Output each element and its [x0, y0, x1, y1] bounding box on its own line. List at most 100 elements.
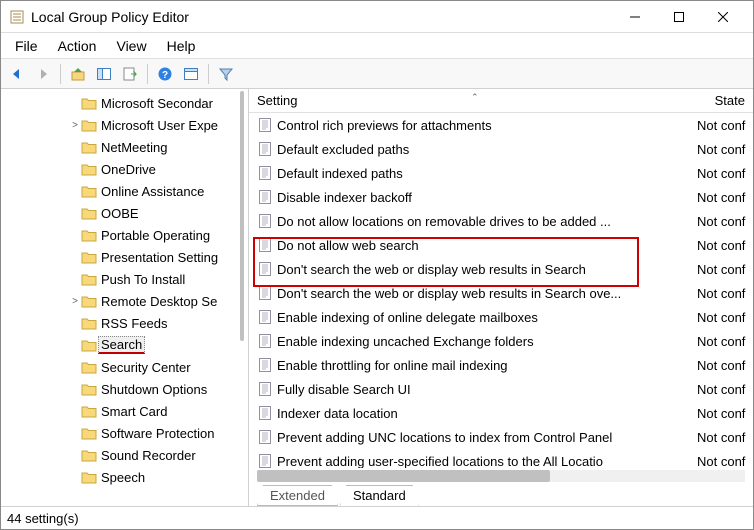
tree-item[interactable]: Search	[1, 334, 248, 356]
menu-view[interactable]: View	[106, 36, 156, 56]
policy-icon	[257, 381, 273, 397]
folder-icon	[81, 294, 97, 308]
column-setting[interactable]: Setting ⌃	[249, 93, 693, 108]
tree-item-label: NetMeeting	[101, 140, 167, 155]
list-row-state: Not conf	[693, 382, 753, 397]
policy-icon	[257, 117, 273, 133]
tab-standard[interactable]: Standard	[340, 485, 419, 506]
folder-icon	[81, 184, 97, 198]
list-row-state: Not conf	[693, 286, 753, 301]
tree-item[interactable]: Microsoft Secondar	[1, 92, 248, 114]
tree-item[interactable]: NetMeeting	[1, 136, 248, 158]
tree-item[interactable]: Software Protection	[1, 422, 248, 444]
sort-indicator-icon: ⌃	[471, 92, 479, 103]
tree-item[interactable]: >Remote Desktop Se	[1, 290, 248, 312]
list-row[interactable]: Do not allow locations on removable driv…	[249, 209, 753, 233]
tree-expander-icon[interactable]: >	[69, 120, 81, 131]
tab-bar: Extended Standard	[249, 482, 753, 506]
tree-item[interactable]: Security Center	[1, 356, 248, 378]
list-row[interactable]: Disable indexer backoffNot conf	[249, 185, 753, 209]
list-row[interactable]: Fully disable Search UINot conf	[249, 377, 753, 401]
list-header[interactable]: Setting ⌃ State	[249, 89, 753, 113]
tree-item[interactable]: >Microsoft User Expe	[1, 114, 248, 136]
list-row-label: Indexer data location	[277, 406, 693, 421]
tree-item[interactable]: Online Assistance	[1, 180, 248, 202]
tree-item[interactable]: Push To Install	[1, 268, 248, 290]
list-pane: Setting ⌃ State Control rich previews fo…	[249, 89, 753, 506]
content-area: Microsoft Secondar >Microsoft User Expe Ne…	[1, 89, 753, 507]
list-row[interactable]: Indexer data locationNot conf	[249, 401, 753, 425]
list-row[interactable]: Default excluded pathsNot conf	[249, 137, 753, 161]
titlebar: Local Group Policy Editor	[1, 1, 753, 33]
tree-item[interactable]: Smart Card	[1, 400, 248, 422]
tree-item[interactable]: Speech	[1, 466, 248, 488]
list-row-state: Not conf	[693, 334, 753, 349]
tree[interactable]: Microsoft Secondar >Microsoft User Expe Ne…	[1, 89, 248, 491]
tree-item-label: Microsoft Secondar	[101, 96, 213, 111]
back-button[interactable]	[5, 62, 29, 86]
tree-item-label: OneDrive	[101, 162, 156, 177]
list-row[interactable]: Don't search the web or display web resu…	[249, 257, 753, 281]
show-hide-tree-button[interactable]	[92, 62, 116, 86]
filter-button[interactable]	[214, 62, 238, 86]
folder-icon	[81, 448, 97, 462]
forward-button[interactable]	[31, 62, 55, 86]
list-body[interactable]: Control rich previews for attachmentsNot…	[249, 113, 753, 468]
folder-icon	[81, 206, 97, 220]
policy-icon	[257, 429, 273, 445]
list-row-state: Not conf	[693, 262, 753, 277]
close-button[interactable]	[701, 2, 745, 32]
menubar: File Action View Help	[1, 33, 753, 59]
column-state[interactable]: State	[693, 93, 753, 108]
list-row-state: Not conf	[693, 358, 753, 373]
folder-icon	[81, 162, 97, 176]
tree-item[interactable]: RSS Feeds	[1, 312, 248, 334]
folder-icon	[81, 140, 97, 154]
svg-text:?: ?	[162, 70, 168, 81]
folder-icon	[81, 272, 97, 286]
up-button[interactable]	[66, 62, 90, 86]
list-row-label: Don't search the web or display web resu…	[277, 262, 693, 277]
maximize-button[interactable]	[657, 2, 701, 32]
export-list-button[interactable]	[118, 62, 142, 86]
folder-icon	[81, 404, 97, 418]
tree-pane: Microsoft Secondar >Microsoft User Expe Ne…	[1, 89, 249, 506]
menu-help[interactable]: Help	[157, 36, 206, 56]
tree-item-label: Security Center	[101, 360, 191, 375]
tree-item-label: Speech	[101, 470, 145, 485]
menu-action[interactable]: Action	[48, 36, 107, 56]
list-row[interactable]: Prevent adding UNC locations to index fr…	[249, 425, 753, 449]
tab-extended[interactable]: Extended	[257, 485, 338, 506]
folder-icon	[81, 96, 97, 110]
help-button[interactable]: ?	[153, 62, 177, 86]
list-row[interactable]: Default indexed pathsNot conf	[249, 161, 753, 185]
folder-icon	[81, 228, 97, 242]
list-row[interactable]: Enable indexing uncached Exchange folder…	[249, 329, 753, 353]
list-row-state: Not conf	[693, 142, 753, 157]
tree-item-label: Portable Operating	[101, 228, 210, 243]
list-row[interactable]: Enable throttling for online mail indexi…	[249, 353, 753, 377]
tree-expander-icon[interactable]: >	[69, 296, 81, 307]
list-row[interactable]: Do not allow web searchNot conf	[249, 233, 753, 257]
menu-file[interactable]: File	[5, 36, 48, 56]
tree-item[interactable]: Presentation Setting	[1, 246, 248, 268]
list-row[interactable]: Don't search the web or display web resu…	[249, 281, 753, 305]
tree-item[interactable]: OneDrive	[1, 158, 248, 180]
list-row-state: Not conf	[693, 454, 753, 469]
list-row-label: Default indexed paths	[277, 166, 693, 181]
column-state-label: State	[715, 93, 745, 108]
toolbar-separator	[208, 64, 209, 84]
horizontal-scrollbar[interactable]	[257, 470, 745, 482]
list-row[interactable]: Prevent adding user-specified locations …	[249, 449, 753, 468]
tree-item[interactable]: Sound Recorder	[1, 444, 248, 466]
list-row[interactable]: Control rich previews for attachmentsNot…	[249, 113, 753, 137]
list-row-label: Default excluded paths	[277, 142, 693, 157]
tree-item[interactable]: OOBE	[1, 202, 248, 224]
tree-item[interactable]: Portable Operating	[1, 224, 248, 246]
tree-item-label: Sound Recorder	[101, 448, 196, 463]
list-row-state: Not conf	[693, 166, 753, 181]
list-row[interactable]: Enable indexing of online delegate mailb…	[249, 305, 753, 329]
minimize-button[interactable]	[613, 2, 657, 32]
properties-button[interactable]	[179, 62, 203, 86]
tree-item[interactable]: Shutdown Options	[1, 378, 248, 400]
